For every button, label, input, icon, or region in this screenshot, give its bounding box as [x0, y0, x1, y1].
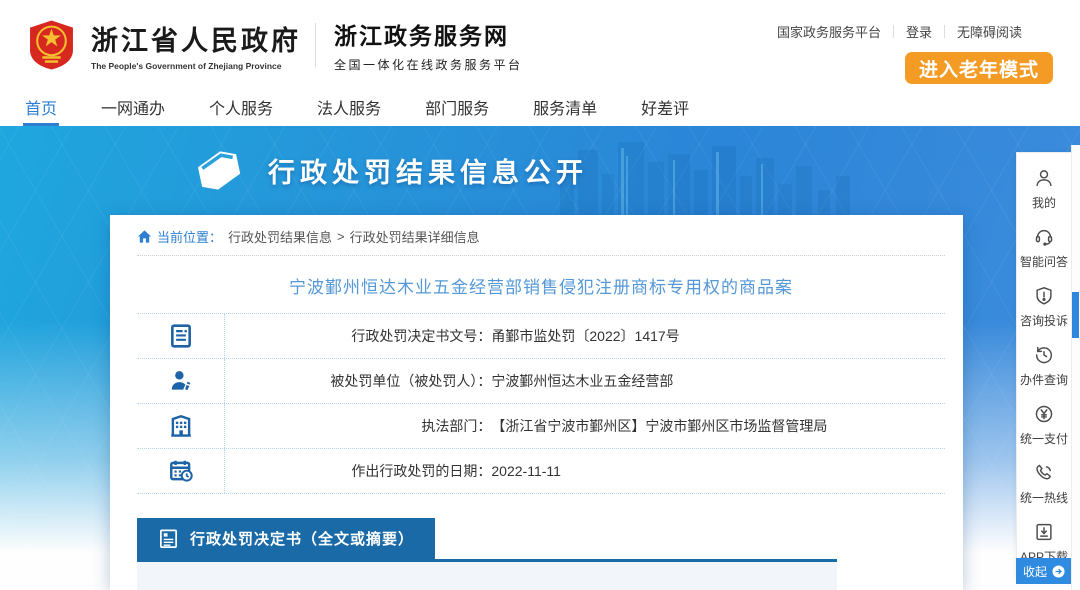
sidebar-item-mine[interactable]: 我的 [1017, 159, 1071, 218]
decision-section-header: 行政处罚决定书（全文或摘要） [137, 518, 435, 559]
table-row: 执法部门： 【浙江省宁波市鄞州区】宁波市鄞州区市场监督管理局 [137, 404, 945, 449]
portal-name-block: 浙江政务服务网 全国一体化在线政务服务平台 [334, 17, 523, 73]
complaint-shield-icon [1033, 285, 1055, 307]
sidebar-item-label: 统一热线 [1020, 489, 1068, 506]
site-name-block: 浙江省人民政府 The People's Government of Zheji… [91, 19, 301, 71]
link-national-platform[interactable]: 国家政务服务平台 [765, 22, 893, 41]
national-emblem-logo [28, 19, 75, 71]
field-enforcement-dept: 执法部门： 【浙江省宁波市鄞州区】宁波市鄞州区市场监督管理局 [225, 404, 945, 448]
case-title: 宁波鄞州恒达木业五金经营部销售侵犯注册商标专用权的商品案 [137, 273, 945, 298]
portal-name: 浙江政务服务网 [334, 17, 523, 51]
sidebar-item-complaint[interactable]: 咨询投诉 [1017, 277, 1071, 336]
top-links: 国家政务服务平台 登录 无障碍阅读 [765, 22, 1034, 41]
content-card: 当前位置： 行政处罚结果信息 > 行政处罚结果详细信息 宁波鄞州恒达木业五金经营… [110, 215, 963, 590]
payment-yuan-icon [1033, 403, 1055, 425]
sidebar-item-payment[interactable]: 统一支付 [1017, 395, 1071, 454]
header-divider [315, 23, 316, 67]
table-row: 行政处罚决定书文号： 甬鄞市监处罚〔2022〕1417号 [137, 314, 945, 359]
nav-item-personal-services[interactable]: 个人服务 [209, 88, 273, 126]
field-label: 执法部门： [225, 416, 491, 436]
breadcrumb-prefix: 当前位置： [157, 227, 222, 246]
case-fields-table: 行政处罚决定书文号： 甬鄞市监处罚〔2022〕1417号 [137, 313, 945, 494]
history-clock-icon [1033, 344, 1055, 366]
site-name-en: The People's Government of Zhejiang Prov… [91, 61, 301, 71]
punished-party-icon [137, 359, 225, 403]
collapse-label: 收起 [1023, 563, 1047, 580]
sidebar-item-label: 统一支付 [1020, 430, 1068, 447]
app-download-icon [1033, 521, 1055, 543]
nav-item-legal-services[interactable]: 法人服务 [317, 88, 381, 126]
sidebar-item-hotline[interactable]: 统一热线 [1017, 454, 1071, 513]
sidebar-item-label: 咨询投诉 [1020, 312, 1068, 329]
nav-item-rating[interactable]: 好差评 [641, 88, 689, 126]
decision-doc-icon [158, 528, 179, 549]
sidebar-item-label: 智能问答 [1020, 253, 1068, 270]
floating-sidebar: 我的 智能问答 咨询投诉 办件查询 [1016, 152, 1072, 579]
city-skyline-decoration [560, 136, 890, 216]
document-number-icon [137, 314, 225, 358]
field-punished-party: 被处罚单位（被处罚人）： 宁波鄞州恒达木业五金经营部 [225, 359, 945, 403]
enforcement-dept-icon [137, 404, 225, 448]
field-label: 被处罚单位（被处罚人）： [225, 371, 491, 391]
table-row: 被处罚单位（被处罚人）： 宁波鄞州恒达木业五金经营部 [137, 359, 945, 404]
scrollbar-thumb[interactable] [1072, 292, 1079, 338]
book-icon [188, 142, 250, 198]
field-value: 【浙江省宁波市鄞州区】宁波市鄞州区市场监督管理局 [491, 416, 827, 436]
user-icon [1033, 167, 1055, 189]
field-label: 作出行政处罚的日期： [225, 461, 491, 481]
sidebar-collapse-button[interactable]: 收起 [1016, 558, 1072, 584]
link-accessibility[interactable]: 无障碍阅读 [945, 22, 1034, 41]
top-header: 浙江省人民政府 The People's Government of Zheji… [0, 0, 1080, 88]
brand-block: 浙江省人民政府 The People's Government of Zheji… [28, 17, 523, 73]
nav-item-yiwangtongban[interactable]: 一网通办 [101, 88, 165, 126]
banner-header: 行政处罚结果信息公开 [192, 147, 588, 193]
scrollbar-track[interactable] [1071, 145, 1080, 590]
field-doc-number: 行政处罚决定书文号： 甬鄞市监处罚〔2022〕1417号 [225, 314, 945, 358]
home-icon [137, 229, 152, 244]
table-row: 作出行政处罚的日期： 2022-11-11 [137, 449, 945, 494]
portal-subtitle: 全国一体化在线政务服务平台 [334, 56, 523, 73]
nav-item-home[interactable]: 首页 [25, 88, 57, 126]
sidebar-item-label: 办件查询 [1020, 371, 1068, 388]
breadcrumb-link-penalty-results[interactable]: 行政处罚结果信息 [228, 227, 332, 246]
hotline-phone-icon [1033, 462, 1055, 484]
nav-items: 首页 一网通办 个人服务 法人服务 部门服务 服务清单 好差评 [0, 88, 1080, 126]
page: 浙江省人民政府 The People's Government of Zheji… [0, 0, 1080, 590]
breadcrumb-divider [137, 255, 945, 256]
penalty-date-icon [137, 449, 225, 493]
breadcrumb-separator: > [337, 229, 345, 244]
elder-mode-button[interactable]: 进入老年模式 [905, 52, 1053, 84]
nav-item-department-services[interactable]: 部门服务 [425, 88, 489, 126]
decision-section-title: 行政处罚决定书（全文或摘要） [190, 528, 414, 549]
link-login[interactable]: 登录 [894, 22, 944, 41]
banner-title: 行政处罚结果信息公开 [268, 151, 588, 190]
nav-item-service-list[interactable]: 服务清单 [533, 88, 597, 126]
sidebar-item-label: 我的 [1032, 194, 1056, 211]
arrow-right-circle-icon [1052, 565, 1065, 578]
decision-section: 行政处罚决定书（全文或摘要） [137, 518, 945, 590]
field-value: 宁波鄞州恒达木业五金经营部 [491, 371, 673, 391]
field-value: 2022-11-11 [491, 463, 561, 479]
field-value: 甬鄞市监处罚〔2022〕1417号 [491, 326, 679, 346]
field-label: 行政处罚决定书文号： [225, 326, 491, 346]
breadcrumb: 当前位置： 行政处罚结果信息 > 行政处罚结果详细信息 [137, 225, 945, 247]
breadcrumb-current: 行政处罚结果详细信息 [350, 227, 480, 246]
sidebar-item-case-query[interactable]: 办件查询 [1017, 336, 1071, 395]
sidebar-item-smart-qa[interactable]: 智能问答 [1017, 218, 1071, 277]
main-nav: 首页 一网通办 个人服务 法人服务 部门服务 服务清单 好差评 搜索 [0, 88, 1080, 126]
site-name-cn: 浙江省人民政府 [91, 19, 301, 58]
decision-document-panel [137, 562, 837, 590]
field-penalty-date: 作出行政处罚的日期： 2022-11-11 [225, 449, 945, 493]
decision-tab-row: 行政处罚决定书（全文或摘要） [137, 518, 837, 562]
headset-icon [1033, 226, 1055, 248]
